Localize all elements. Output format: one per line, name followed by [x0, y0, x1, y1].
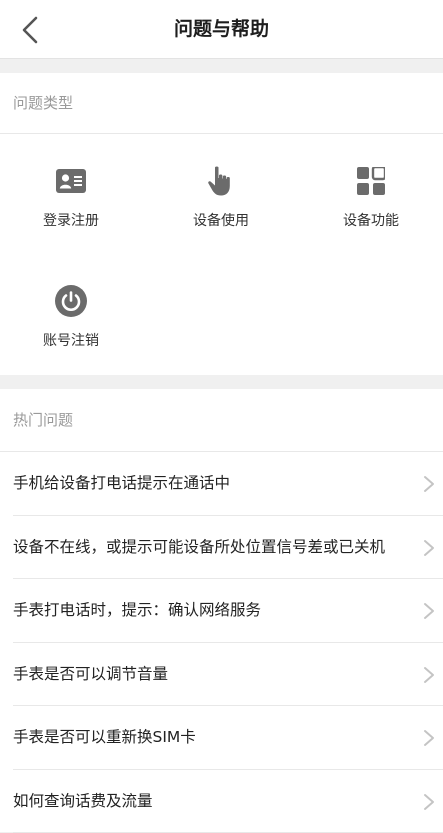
category-section-label: 问题类型: [0, 73, 443, 134]
question-item[interactable]: 设备不在线，或提示可能设备所处位置信号差或已关机: [13, 516, 443, 580]
category-device-usage[interactable]: 设备使用: [146, 134, 296, 234]
category-label: 设备使用: [146, 210, 296, 230]
category-grid: 登录注册 设备使用: [0, 134, 443, 375]
id-card-icon: [54, 164, 88, 198]
hand-pointer-icon: [204, 164, 238, 198]
chevron-right-icon: [423, 793, 435, 811]
help-screen: 问题与帮助 问题类型 登录注册: [0, 0, 443, 832]
category-account-cancel[interactable]: 账号注销: [0, 254, 146, 354]
chevron-right-icon: [423, 729, 435, 747]
question-text: 手表是否可以重新换SIM卡: [13, 706, 411, 768]
question-item[interactable]: 手表打电话时，提示：确认网络服务: [13, 579, 443, 643]
category-section: 问题类型 登录注册: [0, 73, 443, 375]
hot-questions-section: 热门问题 手机给设备打电话提示在通话中 设备不在线，或提示可能设备所处位置信号差…: [0, 389, 443, 832]
category-label: 设备功能: [296, 210, 443, 230]
question-text: 手表是否可以调节音量: [13, 643, 411, 705]
question-item[interactable]: 手表是否可以调节音量: [13, 643, 443, 707]
page-title: 问题与帮助: [0, 0, 443, 58]
category-login-register[interactable]: 登录注册: [0, 134, 146, 234]
category-device-features[interactable]: 设备功能: [296, 134, 443, 234]
category-label: 登录注册: [0, 210, 146, 230]
question-item[interactable]: 如何查询话费及流量: [13, 770, 443, 833]
chevron-right-icon: [423, 666, 435, 684]
question-list: 手机给设备打电话提示在通话中 设备不在线，或提示可能设备所处位置信号差或已关机 …: [13, 452, 443, 833]
question-text: 如何查询话费及流量: [13, 770, 411, 832]
hot-section-label: 热门问题: [0, 389, 443, 452]
question-text: 手表打电话时，提示：确认网络服务: [13, 579, 411, 641]
chevron-right-icon: [423, 539, 435, 557]
chevron-left-icon: [20, 16, 40, 44]
power-icon: [54, 284, 88, 318]
category-label: 账号注销: [0, 330, 146, 350]
grid-apps-icon: [354, 164, 388, 198]
chevron-right-icon: [423, 602, 435, 620]
question-item[interactable]: 手机给设备打电话提示在通话中: [13, 452, 443, 516]
chevron-right-icon: [423, 475, 435, 493]
question-text: 设备不在线，或提示可能设备所处位置信号差或已关机: [13, 516, 411, 578]
question-item[interactable]: 手表是否可以重新换SIM卡: [13, 706, 443, 770]
nav-header: 问题与帮助: [0, 0, 443, 59]
question-text: 手机给设备打电话提示在通话中: [13, 452, 411, 514]
back-button[interactable]: [10, 10, 50, 50]
